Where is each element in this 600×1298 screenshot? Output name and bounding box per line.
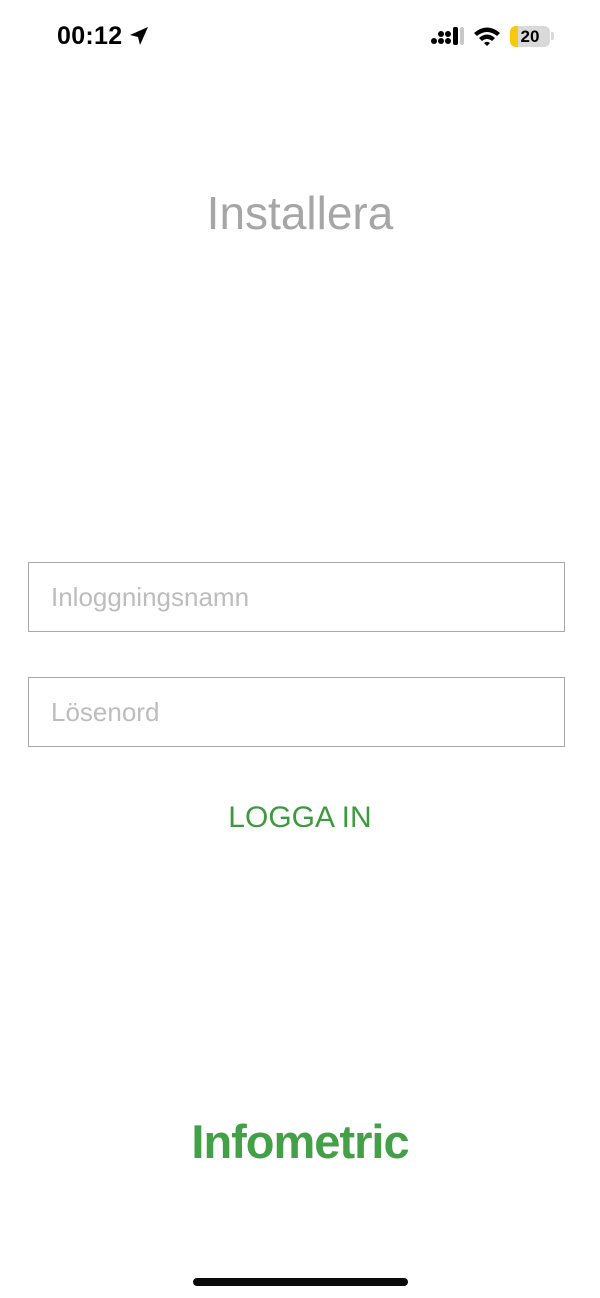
battery-icon: 20	[510, 25, 550, 47]
page-title: Installera	[206, 187, 394, 239]
status-time: 00:12	[57, 21, 123, 50]
status-time-group: 00:12	[57, 20, 150, 52]
battery-cap	[551, 32, 554, 40]
home-indicator[interactable]	[193, 1278, 408, 1286]
password-input[interactable]	[28, 677, 565, 747]
status-indicators: 20	[430, 21, 554, 51]
battery-level: 20	[520, 26, 540, 46]
status-bar: 00:12 20	[0, 0, 600, 72]
battery-fill	[510, 25, 518, 47]
wifi-icon	[472, 25, 502, 47]
location-arrow-icon	[128, 25, 150, 47]
cellular-signal-icon	[430, 25, 464, 47]
login-button[interactable]: LOGGA IN	[150, 790, 450, 846]
brand-logo: Infometric	[191, 1115, 409, 1168]
username-input[interactable]	[28, 562, 565, 632]
